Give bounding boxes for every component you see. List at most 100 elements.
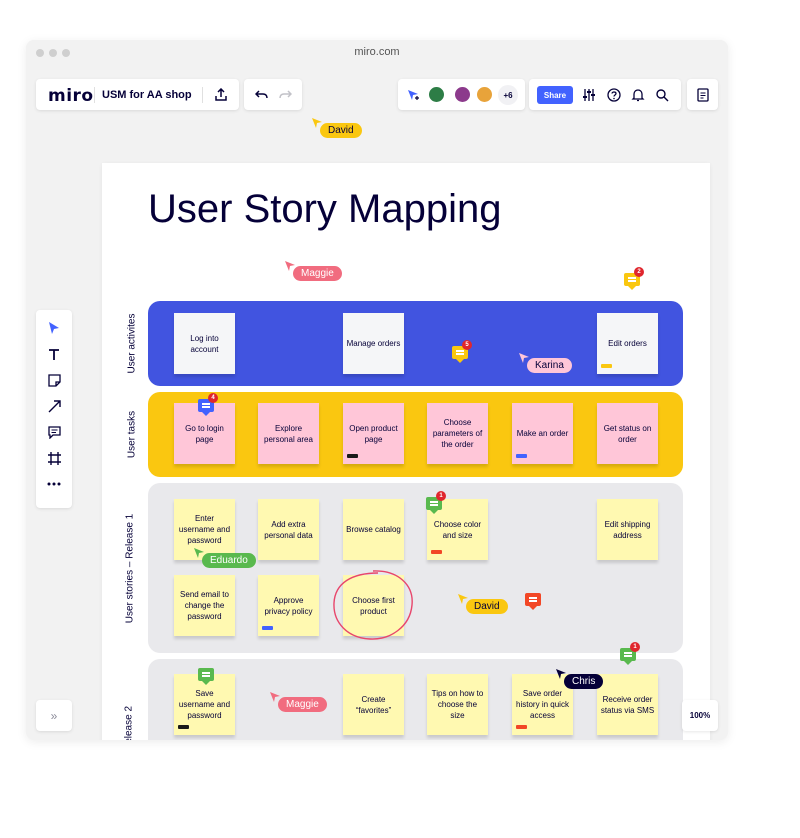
cursor-follow-icon[interactable]	[404, 86, 422, 104]
sticky-tag	[178, 725, 189, 729]
collaborator-cursor-david: David	[312, 115, 362, 138]
row-label-activities: User activites	[126, 313, 138, 374]
help-icon[interactable]	[605, 86, 623, 104]
sticky-note[interactable]: Explore personal area	[258, 403, 319, 464]
board-title: User Story Mapping	[148, 187, 502, 231]
notes-panel	[687, 79, 718, 110]
cursor-label: Eduardo	[202, 553, 256, 568]
expand-panel-button[interactable]: »	[36, 700, 72, 731]
sticky-tag	[431, 550, 442, 554]
sticky-note[interactable]: Manage orders	[343, 313, 404, 374]
share-button[interactable]: Share	[537, 86, 573, 104]
comment-count-badge: 2	[634, 267, 644, 277]
search-icon[interactable]	[653, 86, 671, 104]
cursor-label: Maggie	[293, 266, 342, 281]
sticky-text: Make an order	[516, 429, 569, 438]
browser-titlebar: miro.com	[26, 40, 728, 66]
cursor-label: David	[320, 123, 362, 138]
sticky-note[interactable]: Add extra personal data	[258, 499, 319, 560]
comment-lines	[456, 350, 464, 352]
avatar[interactable]	[475, 85, 494, 104]
sticky-note[interactable]: Edit orders	[597, 313, 658, 374]
comment-count-badge: 1	[630, 642, 640, 652]
sticky-note[interactable]: Choose parameters of the order	[427, 403, 488, 464]
sticky-note[interactable]: Receive order status via SMS	[597, 674, 658, 735]
comment-count-badge: 4	[208, 393, 218, 403]
undo-icon[interactable]	[252, 86, 270, 104]
sticky-text: Open product page	[349, 423, 398, 444]
sticky-note[interactable]: Create “favorites”	[343, 674, 404, 735]
sticky-note[interactable]: Send email to change the password	[174, 575, 235, 636]
sticky-note[interactable]: Make an order	[512, 403, 573, 464]
frame-tool-icon[interactable]	[44, 448, 64, 468]
comment-lines	[624, 652, 632, 654]
board-name[interactable]: USM for AA shop	[102, 89, 192, 101]
hand-drawn-circle[interactable]	[328, 565, 418, 645]
sticky-note[interactable]: Enter username and password	[174, 499, 235, 560]
comment-lines	[430, 501, 438, 503]
bell-icon[interactable]	[629, 86, 647, 104]
redo-icon[interactable]	[276, 86, 294, 104]
collaborator-cursor-chris: Chris	[556, 666, 604, 689]
export-icon[interactable]	[212, 86, 230, 104]
sticky-note[interactable]: Edit shipping address	[597, 499, 658, 560]
comment-lines	[202, 672, 210, 674]
sticky-text: Save username and password	[178, 689, 231, 720]
sticky-note-tool-icon[interactable]	[44, 370, 64, 390]
notes-icon[interactable]	[694, 86, 712, 104]
collaborator-cursor-maggie: Maggie	[285, 258, 342, 281]
zoom-level[interactable]: 100%	[682, 700, 718, 731]
collaborator-cursor-david: David	[458, 591, 508, 614]
address-bar[interactable]: miro.com	[26, 46, 728, 58]
comment-lines	[628, 277, 636, 279]
miro-logo[interactable]: miro	[48, 86, 94, 106]
divider	[202, 87, 203, 103]
sticky-text: Save order history in quick access	[516, 689, 569, 720]
sticky-tag	[262, 626, 273, 630]
board-canvas[interactable]: User Story Mapping User activites Log in…	[102, 163, 710, 740]
divider	[94, 87, 95, 103]
row-label-tasks: User tasks	[126, 410, 138, 459]
browser-window: miro.com miro USM for AA shop +6 Share D…	[26, 40, 728, 740]
comment-icon[interactable]	[525, 593, 541, 610]
cursor-label: David	[466, 599, 508, 614]
more-collaborators-count[interactable]: +6	[498, 85, 518, 105]
comment-count-badge: 1	[436, 491, 446, 501]
connection-line-tool-icon[interactable]	[44, 396, 64, 416]
sticky-text: Approve privacy policy	[264, 595, 313, 616]
select-tool-icon[interactable]	[44, 318, 64, 338]
comment-lines	[529, 597, 537, 599]
sticky-note[interactable]: Get status on order	[597, 403, 658, 464]
sticky-note[interactable]: Open product page	[343, 403, 404, 464]
row-label-release1: User stories – Release 1	[124, 513, 136, 624]
collaborator-cursor-maggie: Maggie	[270, 689, 327, 712]
tool-palette	[36, 310, 72, 508]
cursor-label: Maggie	[278, 697, 327, 712]
comment-icon[interactable]	[198, 668, 214, 685]
undo-redo-panel	[244, 79, 302, 110]
row-label-release2: Release 2	[123, 705, 135, 740]
comment-lines	[202, 403, 210, 405]
sticky-note[interactable]: Approve privacy policy	[258, 575, 319, 636]
more-tools-icon[interactable]	[44, 474, 64, 494]
cursor-label: Karina	[527, 358, 572, 373]
actions-panel: Share	[529, 79, 681, 110]
avatar[interactable]	[453, 85, 472, 104]
sticky-text: Choose color and size	[433, 519, 482, 540]
text-tool-icon[interactable]	[44, 344, 64, 364]
settings-sliders-icon[interactable]	[580, 86, 598, 104]
sticky-tag	[601, 364, 612, 368]
comment-tool-icon[interactable]	[44, 422, 64, 442]
sticky-note[interactable]: Log into account	[174, 313, 235, 374]
sticky-tag	[516, 725, 527, 729]
collaborator-cursor-karina: Karina	[519, 350, 572, 373]
sticky-text: Edit orders	[608, 339, 647, 348]
sticky-tag	[347, 454, 358, 458]
avatar[interactable]	[427, 85, 446, 104]
comment-count-badge: 5	[462, 340, 472, 350]
sticky-note[interactable]: Browse catalog	[343, 499, 404, 560]
sticky-note[interactable]: Tips on how to choose the size	[427, 674, 488, 735]
collaborators-panel: +6	[398, 79, 525, 110]
board-header-panel: miro USM for AA shop	[36, 79, 239, 110]
collaborator-cursor-eduardo: Eduardo	[194, 545, 256, 568]
